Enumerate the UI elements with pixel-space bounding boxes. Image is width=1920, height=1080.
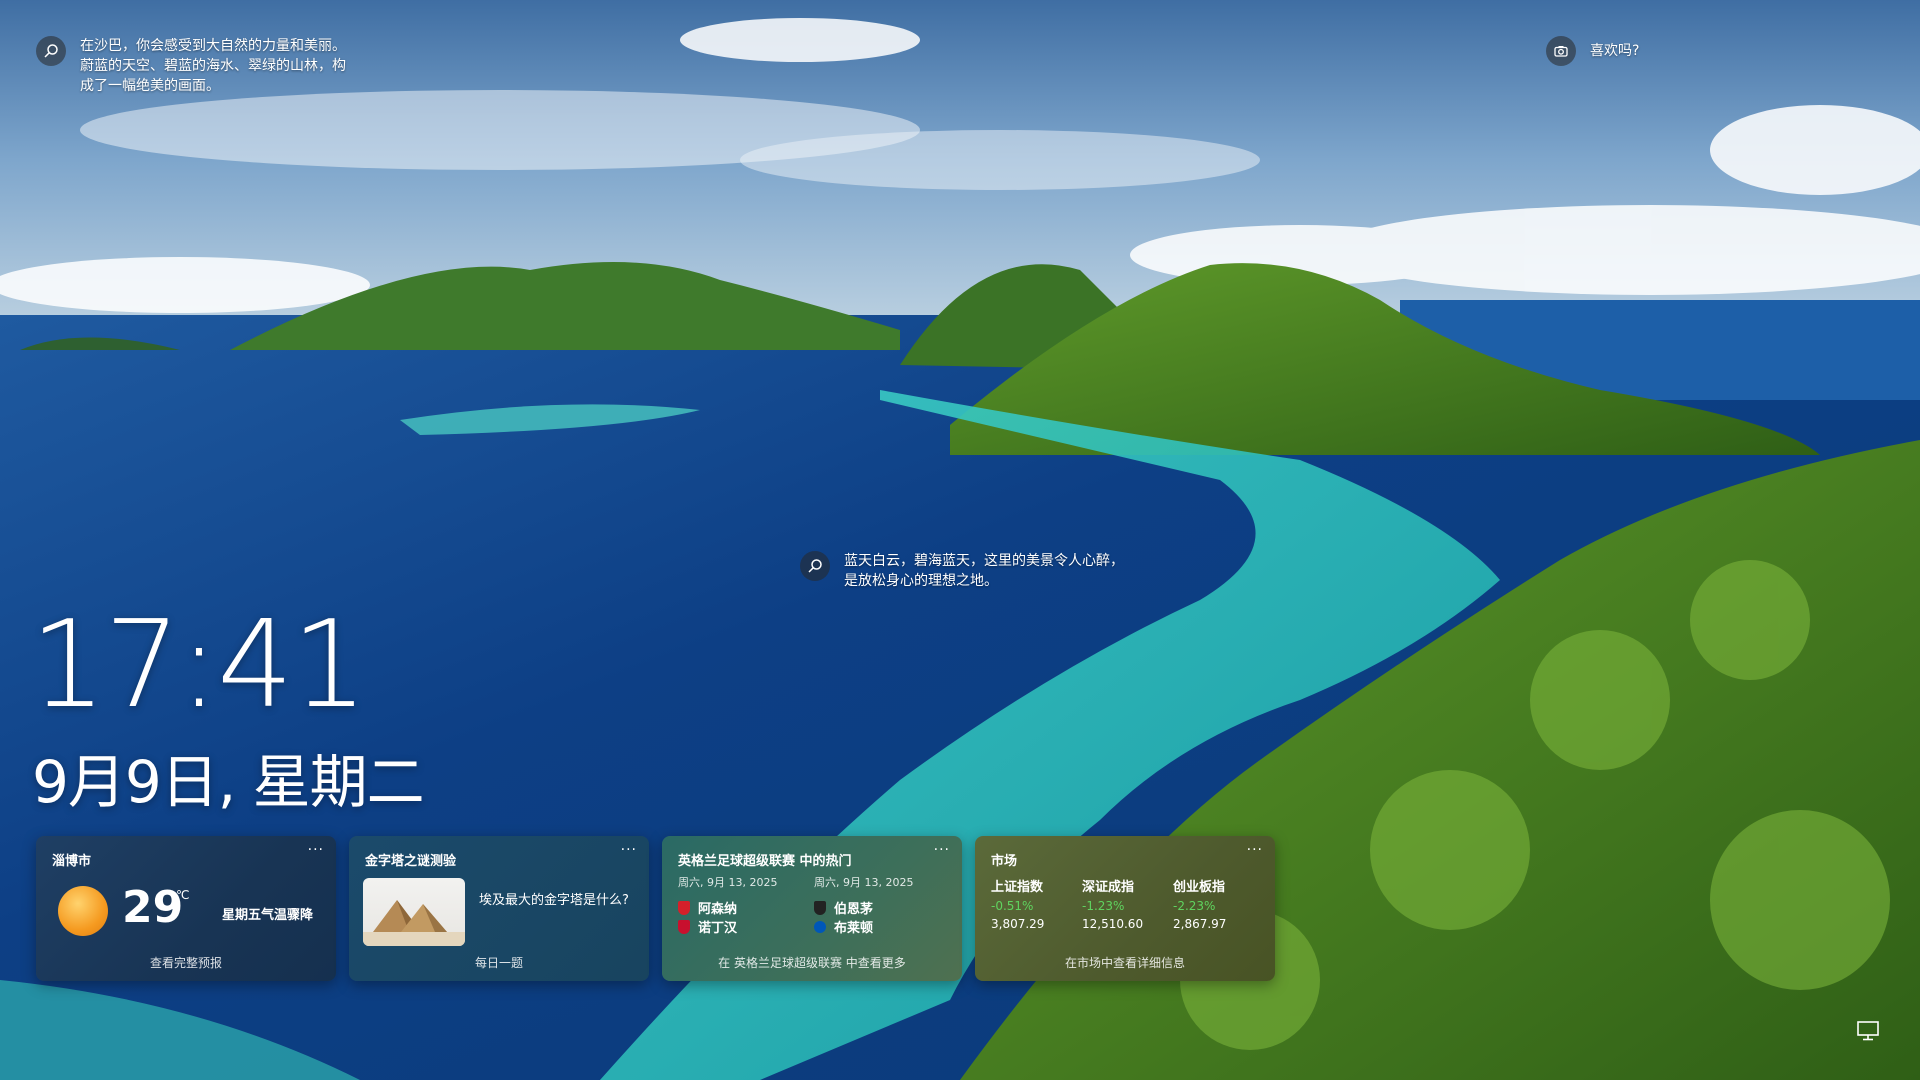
team-name: 诺丁汉 xyxy=(698,921,738,936)
search-icon[interactable] xyxy=(800,551,830,581)
match-team[interactable]: 布莱顿 xyxy=(814,917,873,936)
hotspot-caption: 蓝天白云，碧海蓝天，这里的美景令人心醉，是放松身心的理想之地。 xyxy=(800,551,1130,591)
weather-city: 淄博市 xyxy=(52,854,92,869)
market-footer-link[interactable]: 在市场中查看详细信息 xyxy=(975,954,1275,971)
sports-title: 英格兰足球超级联赛 中的热门 xyxy=(678,854,852,869)
match-date: 周六, 9月 13, 2025 xyxy=(678,876,778,889)
index-value: 3,807.29 xyxy=(991,917,1045,931)
index-name: 创业板指 xyxy=(1173,880,1226,895)
hotspot-text[interactable]: 蓝天白云，碧海蓝天，这里的美景令人心醉，是放松身心的理想之地。 xyxy=(844,551,1124,591)
network-icon[interactable] xyxy=(1856,1020,1882,1042)
more-options-button[interactable]: ··· xyxy=(621,842,637,858)
market-index[interactable]: 创业板指 -2.23% 2,867.97 xyxy=(1173,876,1226,931)
weather-footer-link[interactable]: 查看完整预报 xyxy=(36,954,336,971)
clock-date: 9月9日, 星期二 xyxy=(32,748,425,816)
bournemouth-crest-icon xyxy=(814,900,826,915)
index-change: -1.23% xyxy=(1082,899,1125,913)
sunny-icon xyxy=(58,886,108,936)
like-prompt[interactable]: 喜欢吗? xyxy=(1546,36,1639,66)
pyramid-image xyxy=(363,878,465,946)
match-team[interactable]: 诺丁汉 xyxy=(678,917,737,936)
search-icon[interactable] xyxy=(36,36,66,66)
match-date: 周六, 9月 13, 2025 xyxy=(814,876,914,889)
brighton-crest-icon xyxy=(814,920,826,933)
index-name: 上证指数 xyxy=(991,880,1044,895)
match-team[interactable]: 伯恩茅 xyxy=(814,898,873,917)
sports-footer-link[interactable]: 在 英格兰足球超级联赛 中查看更多 xyxy=(662,954,962,971)
team-name: 阿森纳 xyxy=(698,902,738,917)
index-value: 2,867.97 xyxy=(1173,917,1227,931)
more-options-button[interactable]: ··· xyxy=(934,842,950,858)
index-value: 12,510.60 xyxy=(1082,917,1144,931)
image-description[interactable]: 在沙巴，你会感受到大自然的力量和美丽。蔚蓝的天空、碧蓝的海水、翠绿的山林，构成了… xyxy=(80,36,356,96)
clock-time: 17:41 xyxy=(30,596,368,735)
quiz-footer-link[interactable]: 每日一题 xyxy=(349,954,649,971)
index-change: -0.51% xyxy=(991,899,1034,913)
market-index[interactable]: 深证成指 -1.23% 12,510.60 xyxy=(1082,876,1143,931)
quiz-question: 埃及最大的金字塔是什么? xyxy=(479,893,629,908)
team-name: 伯恩茅 xyxy=(834,902,874,917)
team-name: 布莱顿 xyxy=(834,921,874,936)
nottingham-crest-icon xyxy=(678,919,690,934)
match-team[interactable]: 阿森纳 xyxy=(678,898,737,917)
temperature-unit: ℃ xyxy=(176,888,190,902)
weather-temperature: 29 xyxy=(122,882,184,933)
market-widget[interactable]: 市场 ··· 上证指数 -0.51% 3,807.29 深证成指 -1.23% … xyxy=(975,836,1275,981)
index-name: 深证成指 xyxy=(1082,880,1135,895)
camera-icon[interactable] xyxy=(1546,36,1576,66)
arsenal-crest-icon xyxy=(678,900,690,915)
market-index[interactable]: 上证指数 -0.51% 3,807.29 xyxy=(991,876,1044,931)
sports-widget[interactable]: 英格兰足球超级联赛 中的热门 ··· 周六, 9月 13, 2025 阿森纳 诺… xyxy=(662,836,962,981)
like-label[interactable]: 喜欢吗? xyxy=(1590,41,1639,61)
image-info-caption: 在沙巴，你会感受到大自然的力量和美丽。蔚蓝的天空、碧蓝的海水、翠绿的山林，构成了… xyxy=(36,36,356,96)
index-change: -2.23% xyxy=(1173,899,1216,913)
weather-widget[interactable]: 淄博市 ··· 29 ℃ 星期五气温骤降 查看完整预报 xyxy=(36,836,336,981)
quiz-widget[interactable]: 金字塔之谜测验 ··· 埃及最大的金字塔是什么? 每日一题 xyxy=(349,836,649,981)
market-title: 市场 xyxy=(991,854,1018,869)
more-options-button[interactable]: ··· xyxy=(1247,842,1263,858)
quiz-title: 金字塔之谜测验 xyxy=(365,854,457,869)
more-options-button[interactable]: ··· xyxy=(308,842,324,858)
weather-note: 星期五气温骤降 xyxy=(222,908,314,923)
